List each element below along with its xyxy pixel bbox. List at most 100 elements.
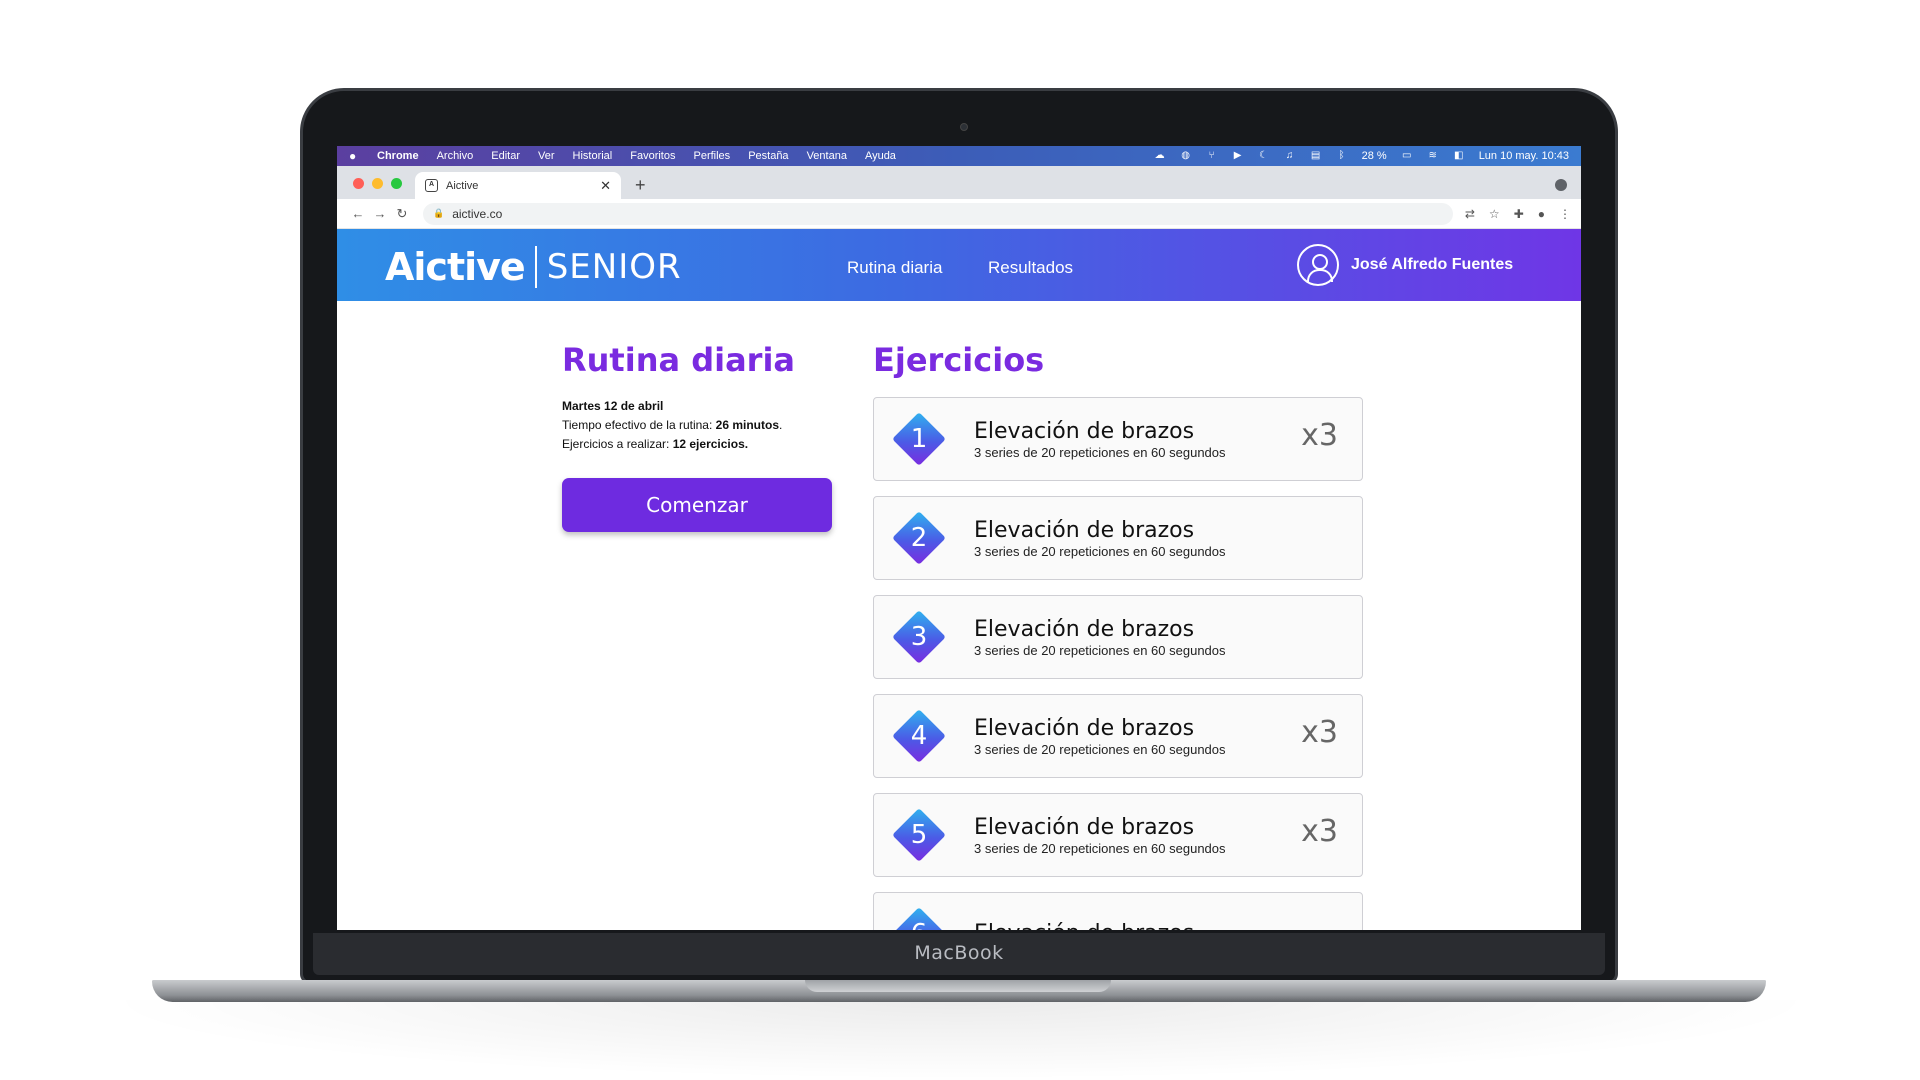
exercises-title: Ejercicios	[873, 341, 1045, 379]
exercise-name: Elevación de brazos	[974, 616, 1195, 642]
more-menu-icon[interactable]: ⋮	[1559, 207, 1571, 221]
close-tab-icon[interactable]: ✕	[600, 178, 611, 194]
menu-chrome[interactable]: Chrome	[377, 150, 419, 162]
menu-ventana[interactable]: Ventana	[807, 150, 847, 162]
exercise-number-badge: 2	[892, 511, 946, 565]
battery-icon[interactable]: ▭	[1401, 151, 1413, 161]
exercise-card[interactable]: 2 Elevación de brazos 3 series de 20 repe…	[873, 496, 1363, 580]
exercise-repeat-count: x3	[1301, 715, 1338, 750]
exercise-name: Elevación de brazos	[974, 418, 1195, 444]
address-bar[interactable]: 🔒 aictive.co	[423, 202, 1453, 225]
aictive-favicon-icon: A	[425, 179, 438, 192]
start-button[interactable]: Comenzar	[562, 478, 832, 532]
exercise-list: 1 Elevación de brazos 3 series de 20 repe…	[873, 397, 1363, 930]
exercise-description: 3 series de 20 repeticiones en 60 segund…	[974, 543, 1226, 559]
bluetooth-icon[interactable]: ᛒ	[1336, 151, 1348, 161]
menu-archivo[interactable]: Archivo	[437, 150, 474, 162]
menu-historial[interactable]: Historial	[573, 150, 613, 162]
moon-icon[interactable]: ☾	[1258, 151, 1270, 161]
menu-pestana[interactable]: Pestaña	[748, 150, 788, 162]
exercise-description: 3 series de 20 repeticiones en 60 segund…	[974, 840, 1226, 856]
play-icon[interactable]: ▶	[1232, 151, 1244, 161]
apple-icon[interactable]: ●	[349, 149, 363, 163]
laptop-opening-notch	[805, 980, 1111, 992]
close-window-button[interactable]	[353, 178, 364, 189]
control-center-icon[interactable]: ◧	[1453, 151, 1465, 161]
logo-divider	[534, 246, 537, 288]
reload-icon[interactable]: ↻	[391, 206, 413, 222]
menu-perfiles[interactable]: Perfiles	[694, 150, 731, 162]
menu-ver[interactable]: Ver	[538, 150, 555, 162]
exercise-number-badge: 1	[892, 412, 946, 466]
routine-title: Rutina diaria	[562, 341, 796, 379]
mac-menu-bar: ● Chrome Archivo Editar Ver Historial Fa…	[337, 146, 1581, 166]
exercise-card[interactable]: 5 Elevación de brazos 3 series de 20 repe…	[873, 793, 1363, 877]
exercise-card[interactable]: 6 Elevación de brazos	[873, 892, 1363, 930]
user-avatar-icon	[1297, 244, 1339, 286]
new-tab-icon[interactable]: +	[635, 175, 646, 196]
headphones-icon[interactable]: ♫	[1284, 151, 1296, 161]
exercise-description: 3 series de 20 repeticiones en 60 segund…	[974, 444, 1226, 460]
window-controls	[353, 178, 402, 189]
menu-editar[interactable]: Editar	[491, 150, 520, 162]
logo-main: Aictive	[385, 245, 526, 289]
stage: ● Chrome Archivo Editar Ver Historial Fa…	[0, 0, 1920, 1080]
exercise-name: Elevación de brazos	[974, 814, 1195, 840]
laptop-chin: MacBook	[313, 933, 1605, 975]
fork-icon[interactable]: ⑂	[1206, 151, 1218, 161]
main-content: Rutina diaria Martes 12 de abril Tiempo …	[337, 301, 1581, 930]
browser-tab-strip: A Aictive ✕ +	[337, 166, 1581, 199]
logo-sub: SENIOR	[546, 247, 682, 287]
device-label: MacBook	[914, 942, 1004, 964]
routine-count-label: Ejercicios a realizar:	[562, 437, 673, 451]
exercise-repeat-count: x3	[1301, 814, 1338, 849]
cloud-icon[interactable]: ☁	[1154, 151, 1166, 161]
exercise-card[interactable]: 3 Elevación de brazos 3 series de 20 repe…	[873, 595, 1363, 679]
exercise-number-badge: 5	[892, 808, 946, 862]
app-header: Aictive SENIOR Rutina diaria Resultados …	[337, 229, 1581, 301]
routine-time-value: 26 minutos	[715, 418, 779, 432]
bookmark-star-icon[interactable]: ☆	[1489, 207, 1500, 221]
minimize-window-button[interactable]	[372, 178, 383, 189]
nav-rutina-diaria[interactable]: Rutina diaria	[847, 258, 942, 278]
zoom-window-button[interactable]	[391, 178, 402, 189]
laptop-lid: ● Chrome Archivo Editar Ver Historial Fa…	[300, 88, 1618, 984]
routine-panel: Rutina diaria Martes 12 de abril Tiempo …	[562, 341, 834, 532]
nav-resultados[interactable]: Resultados	[988, 258, 1073, 278]
exercise-card[interactable]: 4 Elevación de brazos 3 series de 20 repe…	[873, 694, 1363, 778]
logo[interactable]: Aictive SENIOR	[385, 245, 682, 289]
exercise-name: Elevación de brazos	[974, 715, 1195, 741]
exercise-description: 3 series de 20 repeticiones en 60 segund…	[974, 642, 1226, 658]
menu-ayuda[interactable]: Ayuda	[865, 150, 896, 162]
routine-time-label: Tiempo efectivo de la rutina:	[562, 418, 716, 432]
back-arrow-icon[interactable]: ←	[347, 206, 369, 221]
lock-icon[interactable]: 🔒	[433, 208, 444, 219]
laptop-shadow	[96, 1000, 1826, 1080]
forward-arrow-icon[interactable]: →	[369, 206, 391, 221]
user-name: José Alfredo Fuentes	[1351, 256, 1514, 273]
menu-bar-clock[interactable]: Lun 10 may. 10:43	[1479, 150, 1569, 162]
exercise-name: Elevación de brazos	[974, 921, 1194, 930]
keyboard-icon[interactable]: ▤	[1310, 151, 1322, 161]
menu-bar-tray: ☁ ◍ ⑂ ▶ ☾ ♫ ▤ ᛒ 28 % ▭ ≋ ◧ Lun 10 may. 1…	[1154, 150, 1569, 162]
user-menu[interactable]: José Alfredo Fuentes	[1297, 244, 1513, 286]
exercise-number-badge: 6	[892, 907, 946, 930]
camera	[960, 123, 968, 131]
translate-icon[interactable]: ⇄	[1465, 207, 1475, 221]
routine-date: Martes 12 de abril	[562, 399, 664, 413]
toolbar-icons: ⇄ ☆ ✚ ● ⋮	[1465, 207, 1571, 221]
routine-info: Martes 12 de abril Tiempo efectivo de la…	[562, 399, 783, 451]
globe-icon[interactable]: ◍	[1180, 151, 1192, 161]
exercise-description: 3 series de 20 repeticiones en 60 segund…	[974, 741, 1226, 757]
browser-toolbar: ← → ↻ 🔒 aictive.co ⇄ ☆ ✚ ● ⋮	[337, 199, 1581, 229]
browser-tab[interactable]: A Aictive ✕	[415, 172, 621, 199]
exercise-number-badge: 3	[892, 610, 946, 664]
menu-favoritos[interactable]: Favoritos	[630, 150, 675, 162]
wifi-icon[interactable]: ≋	[1427, 151, 1439, 161]
exercise-card[interactable]: 1 Elevación de brazos 3 series de 20 repe…	[873, 397, 1363, 481]
battery-percent: 28 %	[1361, 150, 1387, 162]
extensions-puzzle-icon[interactable]: ✚	[1514, 207, 1524, 221]
exercise-number-badge: 4	[892, 709, 946, 763]
profile-icon[interactable]: ●	[1538, 207, 1545, 221]
tab-search-icon[interactable]	[1555, 179, 1567, 191]
